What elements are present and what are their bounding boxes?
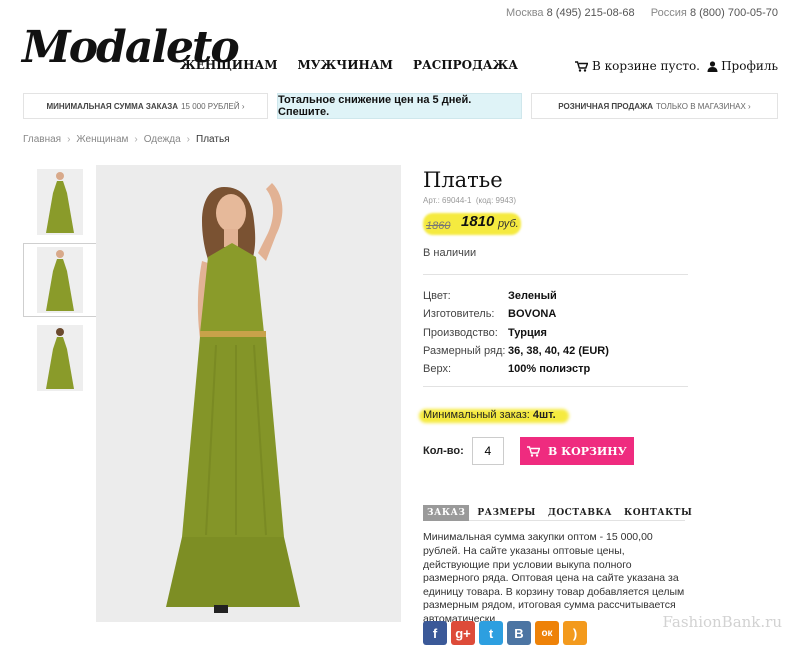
spec-value: 36, 38, 40, 42 (EUR) xyxy=(508,345,609,358)
price-currency: руб. xyxy=(498,218,519,230)
nav-sale[interactable]: РАСПРОДАЖА xyxy=(413,58,518,72)
info-strip: МИНИМАЛЬНАЯ СУММА ЗАКАЗА 15 000 рублей ›… xyxy=(23,93,778,119)
spec-key: Верх: xyxy=(423,363,452,376)
nav-men[interactable]: МУЖЧИНАМ xyxy=(297,58,392,72)
spec-row-sizes: Размерный ряд: 36, 38, 40, 42 (EUR) xyxy=(423,342,688,360)
thumbnail-3[interactable] xyxy=(23,321,97,395)
spec-row-origin: Производство: Турция xyxy=(423,324,688,342)
price-block: 1860 1810 руб. xyxy=(423,211,688,237)
product-info: Платье Арт.: 69044-1 (код: 9943) 1860 18… xyxy=(419,168,692,627)
phone-moscow[interactable]: 8 (495) 215-08-68 xyxy=(547,7,635,19)
thumbnail-1[interactable] xyxy=(23,165,97,239)
breadcrumb-clothing[interactable]: Одежда xyxy=(144,134,181,145)
phone-russia[interactable]: 8 (800) 700-05-70 xyxy=(690,7,778,19)
old-price: 1860 xyxy=(426,220,451,232)
promo-banner[interactable]: Тотальное снижение цен на 5 дней. Спешит… xyxy=(277,93,522,119)
city-russia: Россия xyxy=(650,7,687,19)
spec-value: 100% полиэстр xyxy=(508,363,591,376)
breadcrumb: Главная › Женщинам › Одежда › Платья xyxy=(23,134,230,145)
stock-status: В наличии xyxy=(423,247,477,259)
product-title: Платье xyxy=(423,168,503,192)
quantity-row: Кол-во: В КОРЗИНУ xyxy=(423,437,688,466)
dress-photo xyxy=(96,165,401,622)
product-sku: Арт.: 69044-1 (код: 9943) xyxy=(423,196,688,205)
breadcrumb-separator: › xyxy=(134,134,138,145)
cart-icon xyxy=(575,60,589,72)
thumbnail-2[interactable] xyxy=(23,243,97,317)
rss-icon[interactable]: ) xyxy=(563,621,587,645)
dress-thumbnail-image xyxy=(37,325,83,391)
product-main-image[interactable] xyxy=(96,165,401,622)
min-sum-title: МИНИМАЛЬНАЯ СУММА ЗАКАЗА xyxy=(46,101,179,111)
odnoklassniki-icon[interactable]: ок xyxy=(535,621,559,645)
retail-banner[interactable]: РОЗНИЧНАЯ ПРОДАЖА ТОЛЬКО В МАГАЗИНАХ › xyxy=(531,93,778,119)
quantity-input[interactable] xyxy=(471,437,504,466)
tab-delivery[interactable]: ДОСТАВКА xyxy=(544,505,616,521)
add-to-cart-label: В КОРЗИНУ xyxy=(547,444,627,458)
current-price: 1810 xyxy=(461,213,495,230)
min-sum-value: 15 000 рублей › xyxy=(181,101,245,111)
user-icon xyxy=(707,60,718,72)
spec-value: Турция xyxy=(508,326,547,339)
header-contacts: Москва 8 (495) 215-08-68 Россия 8 (800) … xyxy=(506,7,778,19)
spec-row-color: Цвет: Зеленый xyxy=(423,287,688,305)
social-share: f g+ t B ок ) xyxy=(423,621,587,645)
dress-thumbnail-image xyxy=(37,247,83,313)
info-tabs: ЗАКАЗ РАЗМЕРЫ ДОСТАВКА КОНТАКТЫ xyxy=(423,505,692,522)
nav-women[interactable]: ЖЕНЩИНАМ xyxy=(180,58,277,72)
spec-table: Цвет: Зеленый Изготовитель: BOVONA Произво… xyxy=(423,287,688,378)
city-moscow: Москва xyxy=(505,7,544,19)
min-order-label: Минимальный заказ: xyxy=(423,409,530,422)
vkontakte-icon[interactable]: B xyxy=(507,621,531,645)
spec-row-material: Верх: 100% полиэстр xyxy=(423,360,688,378)
min-order-value: 4шт. xyxy=(532,409,556,422)
divider xyxy=(423,386,688,388)
profile-link[interactable]: Профиль xyxy=(707,59,778,73)
spec-value: Зеленый xyxy=(508,290,557,303)
min-order: Минимальный заказ: 4шт. xyxy=(419,409,688,427)
product-article: Арт.: 69044-1 xyxy=(423,196,472,205)
cart-icon xyxy=(526,446,540,457)
watermark: FashionBank.ru xyxy=(662,613,783,631)
breadcrumb-women[interactable]: Женщинам xyxy=(76,134,128,145)
add-to-cart-button[interactable]: В КОРЗИНУ xyxy=(519,437,634,466)
breadcrumb-dresses: Платья xyxy=(196,134,230,145)
breadcrumb-separator: › xyxy=(67,134,71,145)
main-nav: ЖЕНЩИНАМ МУЖЧИНАМ РАСПРОДАЖА xyxy=(180,58,518,72)
product-code: (код: 9943) xyxy=(475,196,516,205)
tab-sizes[interactable]: РАЗМЕРЫ xyxy=(473,505,540,521)
divider xyxy=(423,274,688,275)
tab-order[interactable]: ЗАКАЗ xyxy=(423,505,470,522)
spec-key: Размерный ряд: xyxy=(423,345,506,358)
min-sum-banner[interactable]: МИНИМАЛЬНАЯ СУММА ЗАКАЗА 15 000 рублей › xyxy=(23,93,268,119)
cart-label: В корзине пусто. xyxy=(592,59,700,73)
breadcrumb-separator: › xyxy=(186,134,190,145)
retail-note: ТОЛЬКО В МАГАЗИНАХ › xyxy=(656,101,751,111)
spec-key: Цвет: xyxy=(423,290,451,303)
cart-link[interactable]: В корзине пусто. xyxy=(575,59,700,73)
spec-value: BOVONA xyxy=(508,308,557,321)
dress-thumbnail-image xyxy=(37,169,83,235)
thumbnail-list xyxy=(23,165,97,399)
profile-label: Профиль xyxy=(721,59,778,73)
tab-content: Минимальная сумма закупки оптом - 15 000… xyxy=(423,531,685,626)
twitter-icon[interactable]: t xyxy=(479,621,503,645)
facebook-icon[interactable]: f xyxy=(423,621,447,645)
spec-key: Изготовитель: xyxy=(423,308,495,321)
breadcrumb-home[interactable]: Главная xyxy=(23,134,61,145)
spec-key: Производство: xyxy=(423,326,498,339)
quantity-label: Кол-во: xyxy=(423,445,464,458)
tab-contacts[interactable]: КОНТАКТЫ xyxy=(620,505,696,521)
spec-row-maker: Изготовитель: BOVONA xyxy=(423,305,688,323)
retail-title: РОЗНИЧНАЯ ПРОДАЖА xyxy=(558,101,654,111)
google-plus-icon[interactable]: g+ xyxy=(451,621,475,645)
